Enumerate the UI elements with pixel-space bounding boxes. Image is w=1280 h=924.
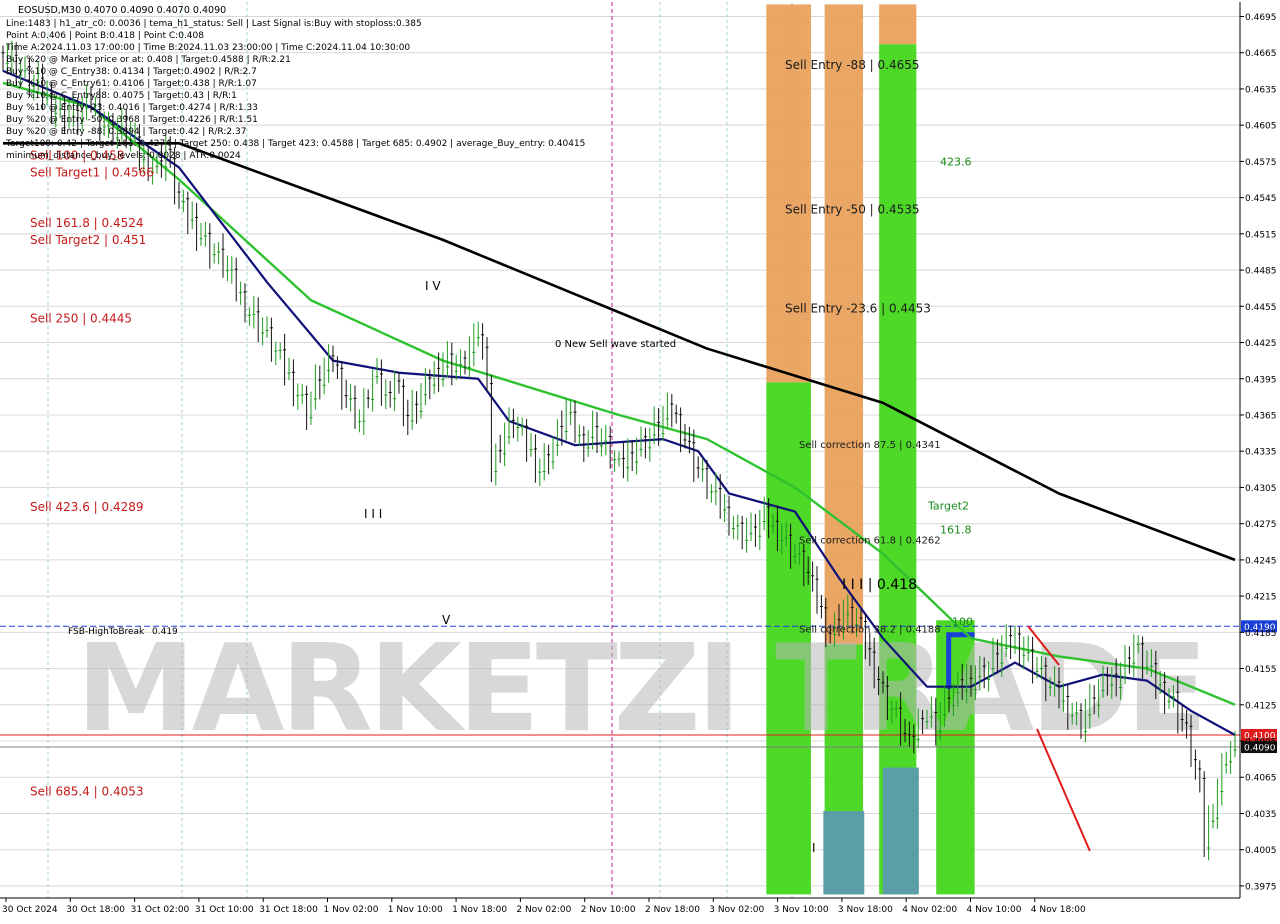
- wave-iii-label: I I I: [364, 507, 382, 521]
- x-tick-label: 31 Oct 18:00: [259, 905, 318, 915]
- info-line: Point A:0.406 | Point B:0.418 | Point C:…: [6, 31, 204, 41]
- y-tick-label: 0.4455: [1245, 303, 1277, 313]
- info-line: Buy %20 @ Entry -88: 0.3894 | Target:0.4…: [6, 127, 246, 137]
- y-tick-label: 0.4635: [1245, 85, 1277, 95]
- y-tick-label: 0.4335: [1245, 448, 1277, 458]
- wave-start-label: 0 New Sell wave started: [555, 339, 676, 350]
- zone-orange: [879, 4, 917, 45]
- x-tick-label: 3 Nov 10:00: [774, 905, 829, 915]
- x-tick-label: 31 Oct 10:00: [195, 905, 254, 915]
- y-tick-label: 0.4695: [1245, 13, 1277, 23]
- teal-block: [823, 811, 865, 895]
- x-tick-label: 30 Oct 18:00: [66, 905, 125, 915]
- x-tick-label: 4 Nov 18:00: [1031, 905, 1086, 915]
- y-tick-label: 0.4005: [1245, 846, 1277, 856]
- sell-zone-label: Sell correction 87.5 | 0.4341: [799, 440, 941, 451]
- sell-level-label: Sell Target1 | 0.4566: [30, 165, 154, 179]
- teal-block: [882, 767, 919, 895]
- chart-area[interactable]: MARKETZI TRADE Sell 100 | 0.458 Sell Targ…: [0, 0, 1280, 920]
- x-tick-label: 1 Nov 02:00: [324, 905, 379, 915]
- x-tick-label: 2 Nov 02:00: [516, 905, 571, 915]
- fsb-value: 0.419: [152, 627, 178, 637]
- fsb-label: FSB-HighToBreak: [68, 627, 145, 637]
- sell-level-label: Sell 423.6 | 0.4289: [30, 500, 144, 514]
- y-tick-label: 0.4275: [1245, 520, 1277, 530]
- y-tick-label: 0.4215: [1245, 593, 1277, 603]
- info-line: Time A:2024.11.03 17:00:00 | Time B:2024…: [5, 43, 410, 53]
- x-tick-label: 3 Nov 18:00: [838, 905, 893, 915]
- y-tick-label: 0.4425: [1245, 339, 1277, 349]
- x-tick-label: 4 Nov 10:00: [967, 905, 1022, 915]
- x-tick-label: 4 Nov 02:00: [902, 905, 957, 915]
- y-tick-label: 0.4485: [1245, 267, 1277, 277]
- y-tick-label: 0.4365: [1245, 411, 1277, 421]
- y-tick-label: 0.4185: [1245, 629, 1277, 639]
- info-line: Buy %10 @ Entry -23: 0.4016 | Target:0.4…: [6, 103, 258, 113]
- y-tick-label: 0.4575: [1245, 158, 1277, 168]
- x-tick-label: 1 Nov 10:00: [388, 905, 443, 915]
- y-tick-label: 0.4155: [1245, 665, 1277, 675]
- info-line: Line:1483 | h1_atr_c0: 0.0036 | tema_h1_…: [6, 19, 422, 29]
- symbol-line: EOSUSD,M30 0.4070 0.4090 0.4070 0.4090: [18, 5, 226, 16]
- y-tick-label: 0.4065: [1245, 774, 1277, 784]
- x-tick-label: 1 Nov 18:00: [452, 905, 507, 915]
- watermark-text: MARKETZI TRADE: [76, 620, 1204, 759]
- sell-zone-label: Sell correction 38.2 | 0.4188: [799, 625, 941, 636]
- sell-zone-label: Sell correction 61.8 | 0.4262: [799, 535, 941, 546]
- y-tick-label: 0.4515: [1245, 230, 1277, 240]
- x-tick-label: 31 Oct 02:00: [131, 905, 190, 915]
- y-tick-label: 0.4125: [1245, 701, 1277, 711]
- y-tick-label: 0.4035: [1245, 810, 1277, 820]
- y-tick-label: 0.4305: [1245, 484, 1277, 494]
- y-tick-label: 0.4605: [1245, 122, 1277, 132]
- sell-level-label: Sell 161.8 | 0.4524: [30, 216, 144, 230]
- chart-svg: MARKETZI TRADE Sell 100 | 0.458Sell Targ…: [0, 2, 1277, 915]
- info-line: Buy %10 @ C_Entry61: 0.4106 | Target:0.4…: [6, 79, 257, 89]
- sell-zone-label: Sell Entry -88 | 0.4655: [785, 58, 919, 72]
- y-tick-label: 0.3975: [1245, 882, 1277, 892]
- y-tick-label: 0.4245: [1245, 556, 1277, 566]
- zone-orange: [824, 4, 864, 645]
- green-target-label: 161.8: [940, 524, 972, 537]
- green-target-label: 100: [952, 615, 973, 628]
- info-line: Buy %20 @ Market price or at: 0.408 | Ta…: [6, 55, 291, 65]
- sell-level-label: Sell 685.4 | 0.4053: [30, 785, 144, 799]
- info-line: minimum_distance_buy_levels: 0.0028 | AT…: [6, 151, 241, 161]
- info-line: Buy %10 @ C_Entry88: 0.4075 | Target:0.4…: [6, 91, 237, 101]
- info-line: Buy %10 @ C_Entry38: 0.4134 | Target:0.4…: [6, 67, 257, 77]
- wave-iv-label: I V: [425, 279, 441, 293]
- y-tick-label: 0.4095: [1245, 738, 1277, 748]
- wave-v-label: V: [442, 613, 451, 627]
- sell-zone-label: Sell Entry -50 | 0.4535: [785, 203, 919, 217]
- x-tick-label: 30 Oct 2024: [2, 905, 58, 915]
- info-line: Target100: 0.42 | Target 161: 0.4274 | T…: [5, 139, 585, 149]
- sell-zone-label: Sell Entry -23.6 | 0.4453: [785, 302, 931, 316]
- x-tick-label: 3 Nov 02:00: [709, 905, 764, 915]
- wave-i-label: I: [812, 841, 816, 855]
- sell-level-label: Sell 250 | 0.4445: [30, 311, 132, 325]
- info-line: Buy %20 @ Entry -50: 0.3968 | Target:0.4…: [6, 115, 258, 125]
- y-tick-label: 0.4545: [1245, 194, 1277, 204]
- y-tick-label: 0.4395: [1245, 375, 1277, 385]
- y-tick-label: 0.4665: [1245, 49, 1277, 59]
- x-tick-label: 2 Nov 10:00: [581, 905, 636, 915]
- x-tick-label: 2 Nov 18:00: [645, 905, 700, 915]
- green-target-label: Target2: [927, 500, 969, 513]
- sell-level-label: Sell Target2 | 0.451: [30, 233, 146, 247]
- zone-green: [879, 44, 917, 895]
- green-target-label: 423.6: [940, 155, 972, 168]
- point-b-label: I I I | 0.418: [842, 577, 917, 593]
